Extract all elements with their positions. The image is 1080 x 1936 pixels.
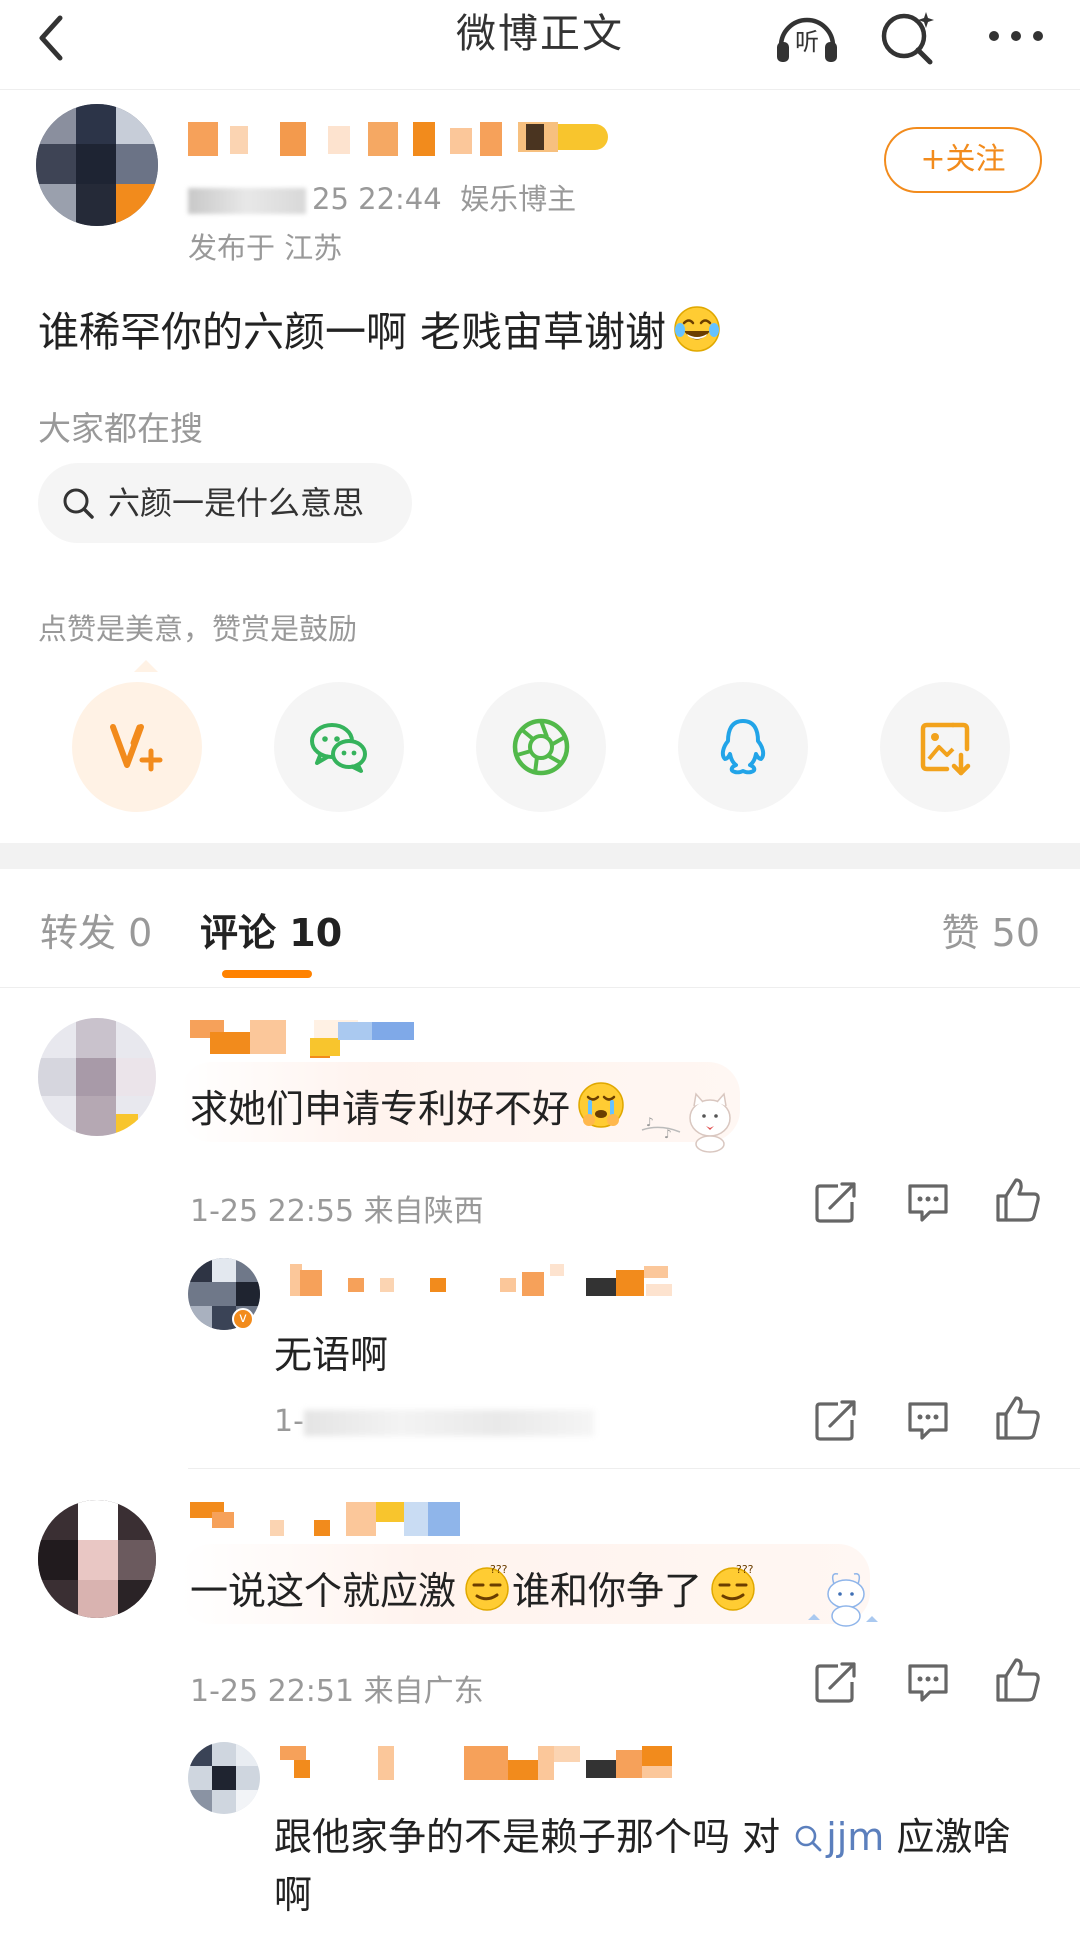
comment-avatar[interactable] [38, 1500, 156, 1618]
tab-comment[interactable]: 评论 10 [200, 902, 342, 957]
topic-link[interactable]: jjm [826, 1815, 884, 1859]
reward-hint-text: 点赞是美意，赞赏是鼓励 [38, 612, 358, 646]
reply-text-line2: 啊 [274, 1873, 313, 1917]
author-tag: 娱乐博主 [460, 182, 577, 216]
reply-comment-icon[interactable] [904, 1178, 952, 1226]
reply-text-suffix: 应激啥 [896, 1815, 1011, 1859]
reply-meta-visible: 1- [274, 1404, 304, 1439]
smug-emoji-icon: ??? [465, 1563, 509, 1611]
comment-text: 一说这个就应激 ??? 谁和你争了 ??? [190, 1560, 758, 1615]
tab-like[interactable]: 赞 50 [942, 902, 1040, 957]
share-qq-button[interactable] [678, 682, 808, 812]
reply-reply-icon[interactable] [904, 1396, 952, 1444]
section-divider [0, 843, 1080, 869]
trending-search-chip[interactable]: 六颜一是什么意思 [38, 463, 412, 543]
cat-music-sticker-icon: ♪ ♪ [641, 1092, 731, 1153]
moments-icon [512, 718, 570, 776]
blurred-reply-meta [303, 1409, 594, 1436]
tab-like-count: 50 [991, 911, 1040, 955]
bunny-sticker-icon [808, 1572, 878, 1627]
forward-comment-icon[interactable] [812, 1658, 860, 1706]
blurred-date [188, 188, 306, 214]
crying-emoji-icon [578, 1082, 624, 1128]
tab-forward-count: 0 [128, 911, 153, 955]
comment-author-badge-pixelated [310, 1018, 420, 1058]
reply-text-prefix: 跟他家争的不是赖子那个吗 对 [274, 1815, 781, 1859]
comment-author-pixelated[interactable] [190, 1500, 470, 1540]
reply-comment-icon[interactable] [904, 1658, 952, 1706]
post-body: 谁稀罕你的六颜一啊 老贱宙草谢谢 [38, 298, 722, 358]
laughing-tears-emoji-icon [674, 306, 720, 352]
listen-label: 听 [795, 28, 819, 56]
reply-text: 无语啊 [274, 1333, 389, 1377]
comment-separator [188, 1468, 1080, 1469]
author-avatar[interactable] [36, 104, 158, 226]
tab-forward-label: 转发 [40, 911, 117, 955]
comment-meta: 1-25 22:55 来自陕西 [190, 1194, 484, 1229]
follow-button[interactable]: +关注 [884, 127, 1042, 193]
listen-headphones-icon[interactable]: 听 [771, 6, 843, 66]
tab-comment-label: 评论 [200, 911, 277, 955]
post-meta: 25 22:44 娱乐博主 [188, 176, 576, 218]
more-dots-icon[interactable] [980, 6, 1052, 66]
qq-icon [720, 719, 766, 775]
like-thumb-icon[interactable] [994, 1176, 1042, 1224]
top-nav-bar: 微博正文 听 [0, 0, 1080, 90]
svg-text:♪: ♪ [646, 1115, 654, 1129]
comment-text-body: 求她们申请专利好不好 [190, 1087, 571, 1131]
tab-like-label: 赞 [941, 911, 980, 955]
comment-text-part2: 谁和你争了 [512, 1569, 703, 1613]
verified-v-badge-icon: v [232, 1308, 254, 1330]
tab-comment-count: 10 [289, 911, 343, 955]
wechat-icon [310, 723, 367, 773]
trending-search-text: 六颜一是什么意思 [108, 484, 365, 522]
save-image-icon [920, 722, 971, 776]
comment-text: 求她们申请专利好不好 [190, 1078, 626, 1133]
reply-author-badge-pixelated [586, 1262, 696, 1302]
post-body-text: 谁稀罕你的六颜一啊 老贱宙草谢谢 [38, 308, 667, 356]
forward-comment-icon[interactable] [812, 1178, 860, 1226]
post-time: 25 22:44 [312, 182, 442, 216]
post-location: 发布于 江苏 [188, 231, 343, 265]
comment-avatar[interactable] [38, 1018, 156, 1136]
reply-meta: 1- [274, 1404, 594, 1439]
active-tab-indicator [222, 970, 312, 978]
share-moments-button[interactable] [476, 682, 606, 812]
comment-meta: 1-25 22:51 来自广东 [190, 1674, 484, 1709]
search-sparkle-icon[interactable] [874, 6, 946, 66]
trending-search-label: 大家都在搜 [38, 409, 203, 448]
svg-text:???: ??? [736, 1563, 754, 1576]
comment-text-part1: 一说这个就应激 [190, 1569, 457, 1613]
share-wechat-button[interactable] [274, 682, 404, 812]
reply-avatar[interactable] [188, 1742, 260, 1814]
post-stats-tabs: 转发 0 评论 10 赞 50 [0, 870, 1080, 988]
reward-pointer [134, 660, 158, 672]
forward-reply-icon[interactable] [812, 1396, 860, 1444]
svg-text:♪: ♪ [664, 1127, 672, 1141]
reply-author-badge-pixelated [586, 1744, 696, 1784]
svg-text:???: ??? [490, 1563, 508, 1576]
search-link-icon[interactable] [792, 1822, 824, 1854]
reward-button[interactable] [72, 682, 202, 812]
reply-text: 跟他家争的不是赖子那个吗 对 jjm 应激啥 [274, 1806, 1010, 1861]
author-name-pixelated[interactable] [188, 118, 628, 158]
search-icon [63, 488, 94, 519]
tab-forward[interactable]: 转发 0 [40, 902, 152, 957]
like-reply-thumb-icon[interactable] [994, 1394, 1042, 1442]
like-thumb-icon[interactable] [994, 1656, 1042, 1704]
smug-emoji-icon: ??? [711, 1563, 755, 1611]
save-image-button[interactable] [880, 682, 1010, 812]
reward-v-plus-icon [110, 724, 163, 772]
